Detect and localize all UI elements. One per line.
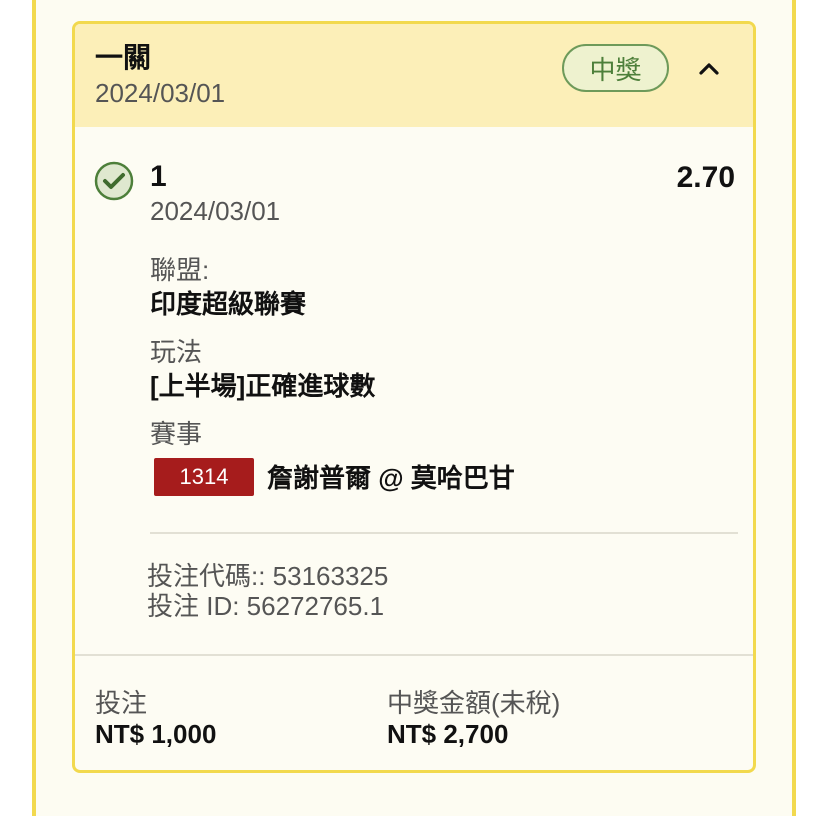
footer-divider: [75, 654, 753, 656]
event-id-badge: 1314: [154, 458, 254, 496]
ticket-header[interactable]: 一關 2024/03/01 中獎: [75, 24, 753, 127]
payout-value: NT$ 2,700: [387, 719, 509, 749]
bet-code: 投注代碼:: 53163325: [147, 561, 389, 591]
league-value: 印度超級聯賽: [150, 289, 307, 319]
chevron-up-icon: [699, 63, 719, 75]
bet-id: 投注 ID: 56272765.1: [147, 591, 385, 621]
ticket-date: 2024/03/01: [95, 78, 226, 108]
bet-type-title: 一關: [95, 42, 152, 73]
payout-label: 中獎金額(未稅): [387, 688, 561, 718]
check-circle-icon: [94, 161, 134, 201]
odds-value: 2.70: [676, 161, 735, 194]
collapse-button[interactable]: [689, 52, 729, 86]
event-label: 賽事: [150, 419, 203, 449]
bet-ticket-card: 一關 2024/03/01 中獎 1 2024/03/01 2.70 聯盟: 印…: [72, 21, 756, 773]
event-name: 詹謝普爾 @ 莫哈巴甘: [267, 463, 515, 493]
league-label: 聯盟:: [150, 255, 210, 285]
market-label: 玩法: [150, 337, 203, 367]
status-badge: 中獎: [562, 44, 669, 92]
stake-value: NT$ 1,000: [95, 719, 217, 749]
market-value: [上半場]正確進球數: [150, 371, 376, 401]
stake-label: 投注: [95, 688, 148, 718]
divider: [150, 532, 738, 534]
selection-name: 1: [150, 160, 167, 193]
selection-date: 2024/03/01: [150, 196, 281, 226]
